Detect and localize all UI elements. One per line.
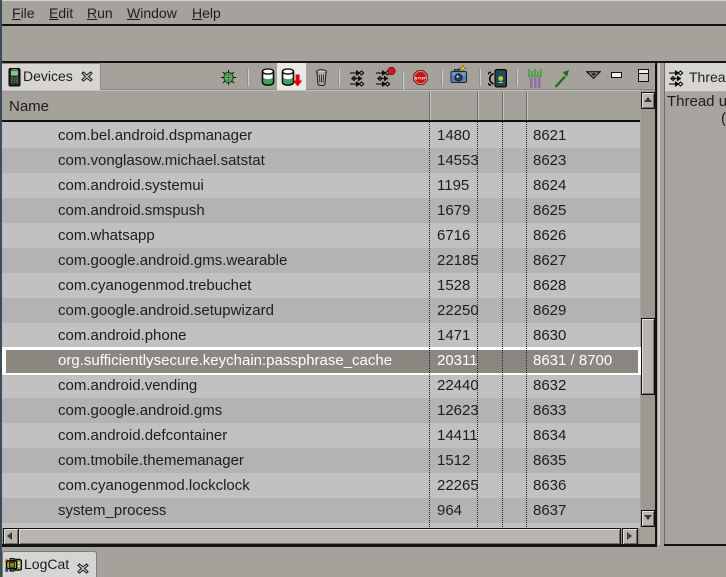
svg-text:STOP: STOP — [415, 75, 427, 80]
